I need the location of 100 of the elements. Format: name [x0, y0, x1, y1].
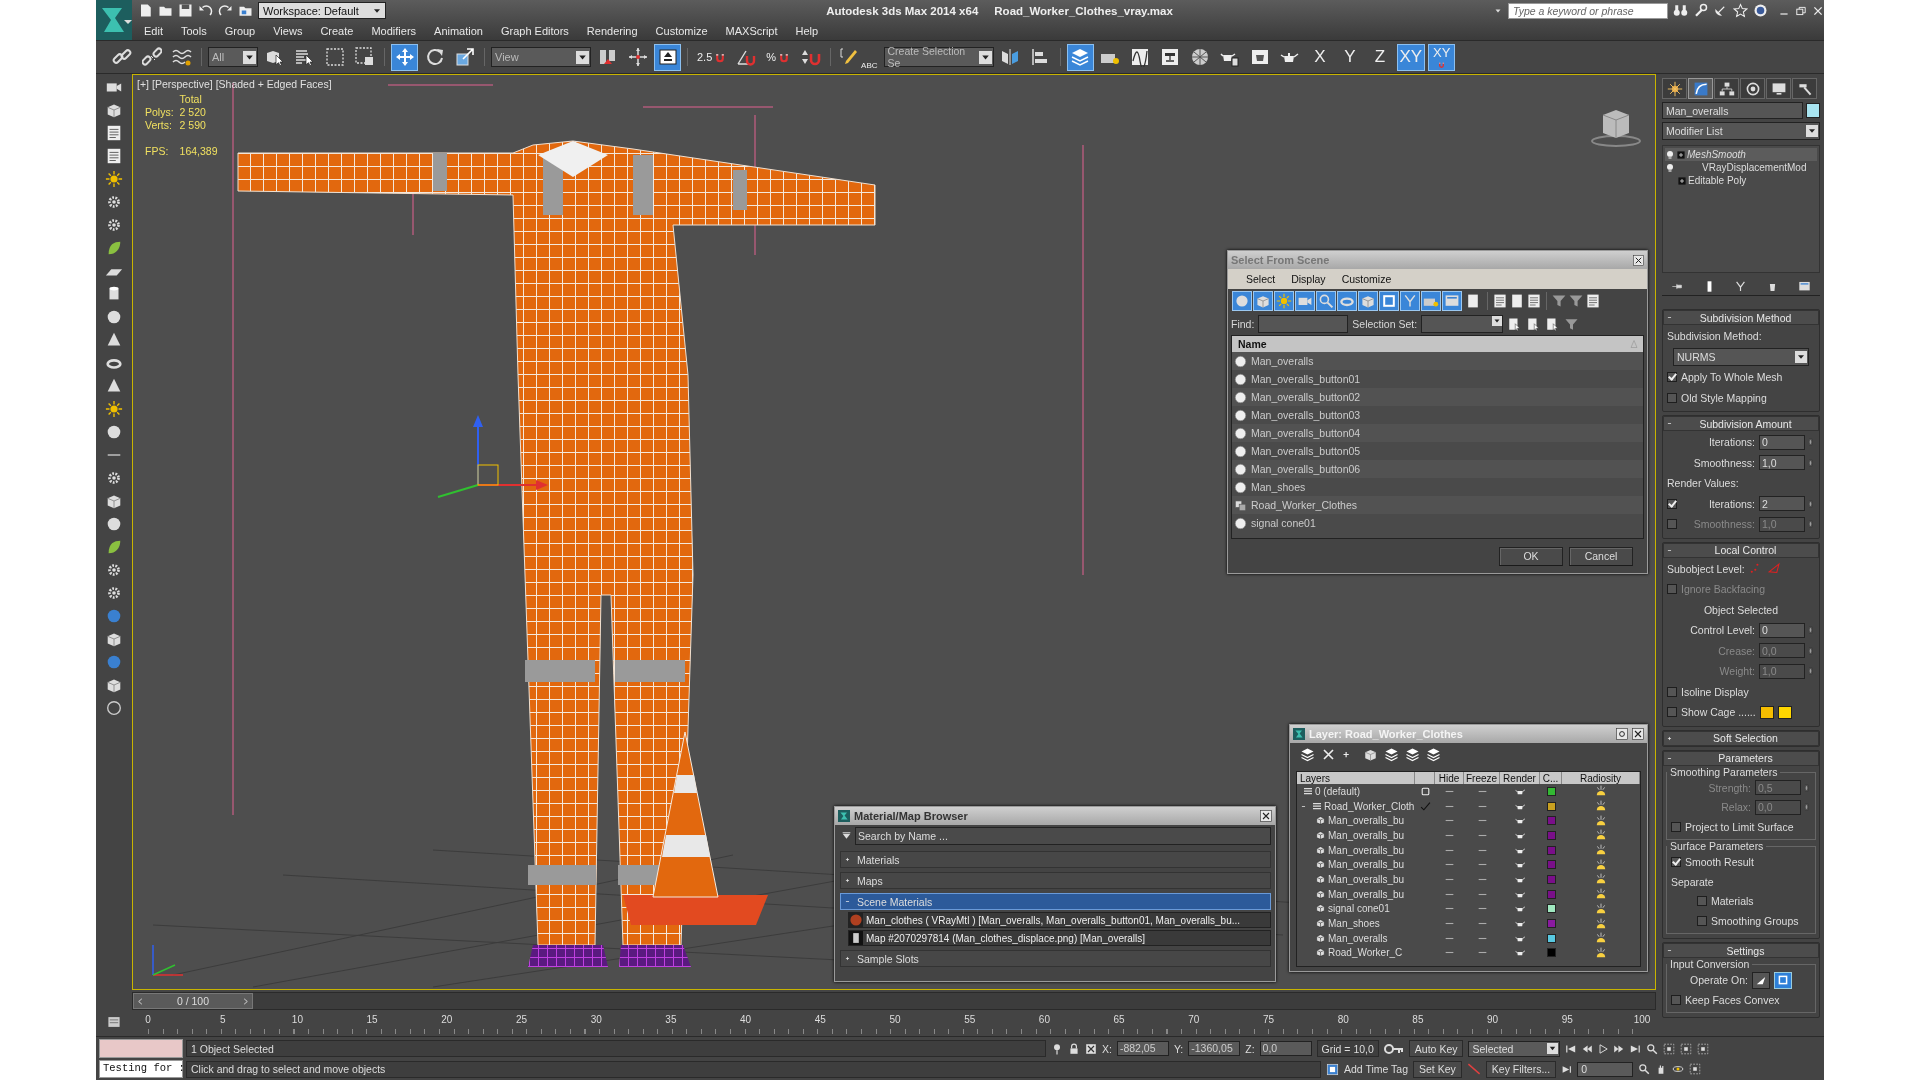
- rollout-header[interactable]: Soft Selection: [1663, 730, 1819, 746]
- browser-group-header[interactable]: Sample Slots: [840, 950, 1271, 967]
- object-name[interactable]: Man_overalls_bu: [1328, 829, 1405, 841]
- object-name[interactable]: Road_Worker_C: [1328, 947, 1403, 959]
- menu-item[interactable]: Customize: [1335, 273, 1398, 285]
- object-name[interactable]: Man_overalls_bu: [1328, 815, 1405, 827]
- browser-group-header[interactable]: Maps: [840, 872, 1271, 889]
- dialog-button[interactable]: OK: [1499, 546, 1563, 566]
- listener-input[interactable]: Testing for :: [99, 1060, 183, 1078]
- spinner-field[interactable]: 2: [1759, 496, 1805, 512]
- viewport-menu-label[interactable]: [Shaded + Edged Faces]: [215, 78, 332, 90]
- object-name[interactable]: Man_overalls_button06: [1251, 463, 1361, 475]
- search-field[interactable]: Type a keyword or phrase: [1508, 2, 1668, 19]
- object-name[interactable]: Man_overalls_button01: [1251, 373, 1361, 385]
- rollout-header[interactable]: Subdivision Amount: [1663, 416, 1819, 431]
- rollout-header[interactable]: Parameters: [1663, 750, 1819, 766]
- object-name[interactable]: Man_overalls_button02: [1251, 391, 1361, 403]
- coordinate-field[interactable]: 0,0: [1259, 1041, 1312, 1056]
- spinner-field[interactable]: 0: [1759, 434, 1805, 450]
- auto-key-button[interactable]: Auto Key: [1408, 1040, 1464, 1057]
- menu-item[interactable]: Create: [311, 22, 363, 39]
- object-name[interactable]: Man_shoes: [1328, 918, 1380, 930]
- frame-field[interactable]: 0: [1577, 1061, 1634, 1077]
- menu-item[interactable]: Modifiers: [362, 22, 426, 39]
- column-header[interactable]: Radiosity: [1562, 772, 1640, 784]
- modifier-list-dropdown[interactable]: Modifier List: [1662, 122, 1820, 140]
- coordinate-field[interactable]: -882,05: [1116, 1041, 1169, 1056]
- object-name[interactable]: Man_overalls_bu: [1328, 888, 1405, 900]
- spinner-label: Crease:: [1718, 644, 1755, 657]
- layer-name[interactable]: Road_Worker_Cloth: [1324, 800, 1415, 812]
- layer-name[interactable]: 0 (default): [1315, 785, 1361, 797]
- browser-group-header[interactable]: Materials: [840, 851, 1271, 868]
- menu-item[interactable]: Rendering: [577, 22, 647, 39]
- set-key-button[interactable]: Set Key: [1413, 1060, 1462, 1078]
- object-name[interactable]: Man_overalls_button03: [1251, 409, 1361, 421]
- object-name[interactable]: signal cone01: [1251, 517, 1316, 529]
- time-tag-label[interactable]: Add Time Tag: [1344, 1063, 1408, 1075]
- object-name[interactable]: Man_overalls_bu: [1328, 873, 1405, 885]
- modifier-stack-item[interactable]: Editable Poly: [1665, 174, 1817, 187]
- grid-status: Grid = 10,0: [1316, 1040, 1379, 1057]
- object-name[interactable]: Road_Worker_Clothes: [1251, 499, 1358, 511]
- key-filters-button[interactable]: Key Filters...: [1485, 1060, 1557, 1078]
- browser-item[interactable]: Man_clothes ( VRayMtl ) [Man_overalls, Man_overalls_button01, Man_overalls_bu...: [848, 912, 1271, 928]
- menu-item[interactable]: Edit: [135, 22, 172, 39]
- column-header[interactable]: Layers: [1297, 772, 1415, 784]
- rollout-header[interactable]: Settings: [1663, 943, 1819, 958]
- axis-constraint-button[interactable]: Z: [1366, 43, 1394, 71]
- column-header[interactable]: Render: [1500, 772, 1540, 784]
- axis-constraint-button[interactable]: X: [1306, 43, 1334, 71]
- toolbar-button[interactable]: %: [763, 43, 795, 71]
- key-mode-dropdown[interactable]: Selected: [1468, 1040, 1561, 1057]
- browser-item[interactable]: Map #2070297814 (Man_clothes_displace.png) [Man_overalls]: [848, 930, 1271, 946]
- workspace-dropdown[interactable]: Workspace: Default: [258, 2, 386, 19]
- toolbar-dropdown[interactable]: View: [491, 47, 591, 67]
- rollout-header[interactable]: Subdivision Method: [1663, 310, 1819, 325]
- viewport-menu-label[interactable]: [Perspective]: [151, 78, 213, 90]
- column-header[interactable]: Name: [1238, 338, 1267, 350]
- column-header[interactable]: Freeze: [1464, 772, 1500, 784]
- menu-item[interactable]: Display: [1285, 273, 1332, 285]
- time-slider-track[interactable]: 0 / 100: [132, 992, 1656, 1010]
- toolbar-dropdown[interactable]: All: [208, 47, 258, 67]
- object-name[interactable]: Man_overalls_button05: [1251, 445, 1361, 457]
- dropdown[interactable]: NURMS: [1673, 347, 1809, 366]
- object-name[interactable]: Man_overalls_button04: [1251, 427, 1361, 439]
- object-name[interactable]: signal cone01: [1328, 903, 1390, 915]
- spinner-field[interactable]: 1,0: [1759, 455, 1805, 471]
- object-name[interactable]: Man_overalls_bu: [1328, 859, 1405, 871]
- tick-label: 20: [441, 1014, 453, 1025]
- dialog-button[interactable]: Cancel: [1569, 546, 1633, 566]
- app-title: Autodesk 3ds Max 2014 x64: [826, 4, 979, 17]
- menu-item[interactable]: Animation: [425, 22, 492, 39]
- rollout-header[interactable]: Local Control: [1663, 542, 1819, 558]
- viewport-menu-label[interactable]: [+]: [137, 78, 149, 90]
- object-name[interactable]: Man_overalls_bu: [1328, 844, 1405, 856]
- menu-item[interactable]: Graph Editors: [491, 22, 578, 39]
- object-name-field[interactable]: Man_overalls: [1662, 102, 1803, 119]
- menu-item[interactable]: MAXScript: [716, 22, 787, 39]
- browser-group-header[interactable]: Scene Materials: [840, 893, 1271, 910]
- column-header[interactable]: Hide: [1435, 772, 1464, 784]
- axis-constraint-button[interactable]: Y: [1336, 43, 1364, 71]
- menu-item[interactable]: Help: [786, 22, 828, 39]
- coordinate-label: Y:: [1173, 1042, 1184, 1055]
- modifier-stack-item[interactable]: VRayDisplacementMod: [1665, 161, 1817, 174]
- menu-item[interactable]: Tools: [171, 22, 216, 39]
- coordinate-field[interactable]: -1360,05: [1188, 1041, 1241, 1056]
- toolbar-button[interactable]: 2.5: [694, 43, 731, 71]
- time-slider-thumb[interactable]: 0 / 100: [133, 993, 253, 1009]
- menu-item[interactable]: Select: [1240, 273, 1282, 285]
- object-name[interactable]: Man_overalls: [1251, 355, 1314, 367]
- menu-item[interactable]: Customize: [646, 22, 717, 39]
- toolbar-dropdown[interactable]: Create Selection Se: [883, 47, 994, 67]
- toolbar-button[interactable]: ABC: [837, 43, 881, 71]
- modifier-stack-item[interactable]: MeshSmooth: [1665, 148, 1817, 161]
- object-name[interactable]: Man_overalls: [1328, 932, 1388, 944]
- menu-item[interactable]: Group: [215, 22, 265, 39]
- spinner-field[interactable]: 0: [1759, 622, 1805, 638]
- menu-item[interactable]: Views: [264, 22, 312, 39]
- object-name[interactable]: Man_shoes: [1251, 481, 1306, 493]
- column-header[interactable]: C...: [1540, 772, 1562, 784]
- search-field[interactable]: Search by Name ...: [855, 827, 1271, 845]
